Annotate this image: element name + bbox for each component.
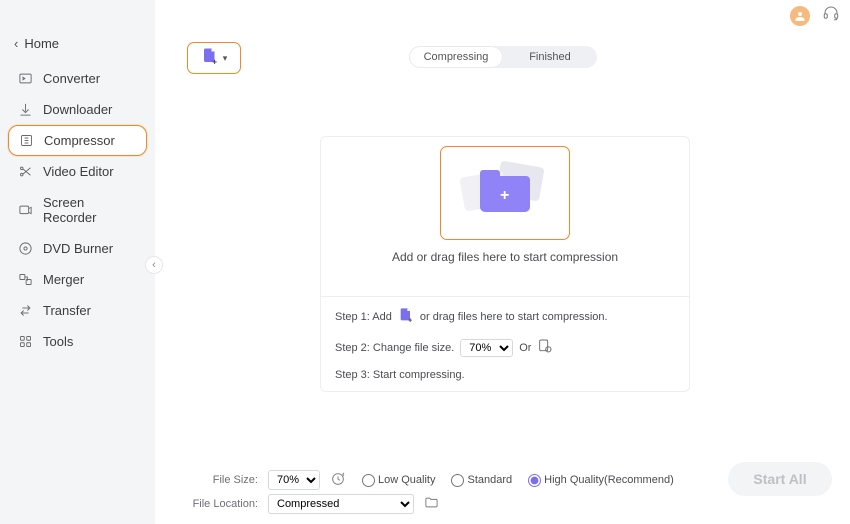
sidebar-item-compressor[interactable]: Compressor	[8, 125, 147, 156]
grid-icon	[18, 334, 33, 349]
tab-compressing[interactable]: Compressing	[409, 46, 503, 68]
sidebar-item-label: Transfer	[43, 303, 91, 318]
start-all-button[interactable]: Start All	[728, 462, 832, 496]
download-icon	[18, 102, 33, 117]
file-location-select[interactable]: Compressed	[268, 494, 414, 514]
converter-icon	[18, 71, 33, 86]
recorder-icon	[18, 203, 33, 218]
add-file-icon[interactable]: +	[398, 307, 414, 326]
step-3-label: Step 3: Start compressing.	[335, 369, 465, 381]
sidebar-item-screen-recorder[interactable]: Screen Recorder	[0, 187, 155, 233]
drop-zone-add-button[interactable]: +	[440, 146, 570, 240]
sidebar-item-label: Merger	[43, 272, 84, 287]
scissors-icon	[18, 164, 33, 179]
add-file-button[interactable]: + ▾	[187, 42, 241, 74]
collapse-sidebar-button[interactable]: ‹	[145, 256, 163, 274]
sidebar-item-label: Tools	[43, 334, 73, 349]
add-file-icon: +	[201, 47, 219, 70]
file-size-label: File Size:	[172, 474, 258, 486]
transfer-icon	[18, 303, 33, 318]
home-label: Home	[24, 36, 59, 51]
compressor-icon	[19, 133, 34, 148]
quality-high-radio[interactable]: High Quality(Recommend)	[528, 474, 674, 487]
step-1-label-b: or drag files here to start compression.	[420, 311, 608, 323]
quality-low-radio[interactable]: Low Quality	[362, 474, 435, 487]
sidebar-item-label: Video Editor	[43, 164, 114, 179]
chevron-left-icon: ‹	[14, 36, 18, 51]
tab-finished[interactable]: Finished	[503, 46, 597, 68]
sidebar-item-video-editor[interactable]: Video Editor	[0, 156, 155, 187]
sidebar-item-label: DVD Burner	[43, 241, 113, 256]
step-2: Step 2: Change file size. 70% Or	[335, 338, 675, 357]
sidebar-item-label: Downloader	[43, 102, 112, 117]
step-2-size-select[interactable]: 70%	[460, 339, 513, 357]
step-1-label-a: Step 1: Add	[335, 311, 392, 323]
sidebar-item-dvd-burner[interactable]: DVD Burner	[0, 233, 155, 264]
sidebar: ‹ Home Converter Downloader Compressor V…	[0, 0, 155, 524]
sidebar-item-tools[interactable]: Tools	[0, 326, 155, 357]
step-3: Step 3: Start compressing.	[335, 369, 675, 381]
open-folder-icon[interactable]	[424, 495, 439, 513]
step-1: Step 1: Add + or drag files here to star…	[335, 307, 675, 326]
chevron-down-icon: ▾	[223, 53, 228, 64]
sidebar-item-label: Compressor	[44, 133, 115, 148]
step-2-or: Or	[519, 342, 531, 354]
user-avatar[interactable]	[790, 6, 810, 26]
steps-panel: Step 1: Add + or drag files here to star…	[321, 296, 689, 391]
drop-zone-caption: Add or drag files here to start compress…	[321, 250, 689, 264]
folder-plus-icon: +	[476, 172, 534, 214]
disc-icon	[18, 241, 33, 256]
sidebar-item-converter[interactable]: Converter	[0, 63, 155, 94]
support-headset-icon[interactable]	[822, 4, 840, 27]
step-2-label: Step 2: Change file size.	[335, 342, 454, 354]
file-size-select[interactable]: 70%	[268, 470, 320, 490]
merger-icon	[18, 272, 33, 287]
drop-zone[interactable]: + Add or drag files here to start compre…	[320, 136, 690, 392]
reset-size-icon[interactable]	[330, 471, 346, 490]
svg-text:+: +	[212, 57, 217, 65]
sidebar-item-label: Screen Recorder	[43, 195, 141, 225]
task-tabs: Compressing Finished	[409, 46, 597, 68]
home-back-button[interactable]: ‹ Home	[0, 30, 155, 57]
settings-file-icon[interactable]	[537, 338, 553, 357]
sidebar-item-downloader[interactable]: Downloader	[0, 94, 155, 125]
sidebar-item-merger[interactable]: Merger	[0, 264, 155, 295]
file-location-label: File Location:	[172, 498, 258, 510]
quality-standard-radio[interactable]: Standard	[451, 474, 512, 487]
svg-text:+: +	[408, 315, 412, 323]
main-panel: + ▾ Compressing Finished + Add or drag f…	[172, 36, 834, 456]
sidebar-item-label: Converter	[43, 71, 100, 86]
sidebar-item-transfer[interactable]: Transfer	[0, 295, 155, 326]
